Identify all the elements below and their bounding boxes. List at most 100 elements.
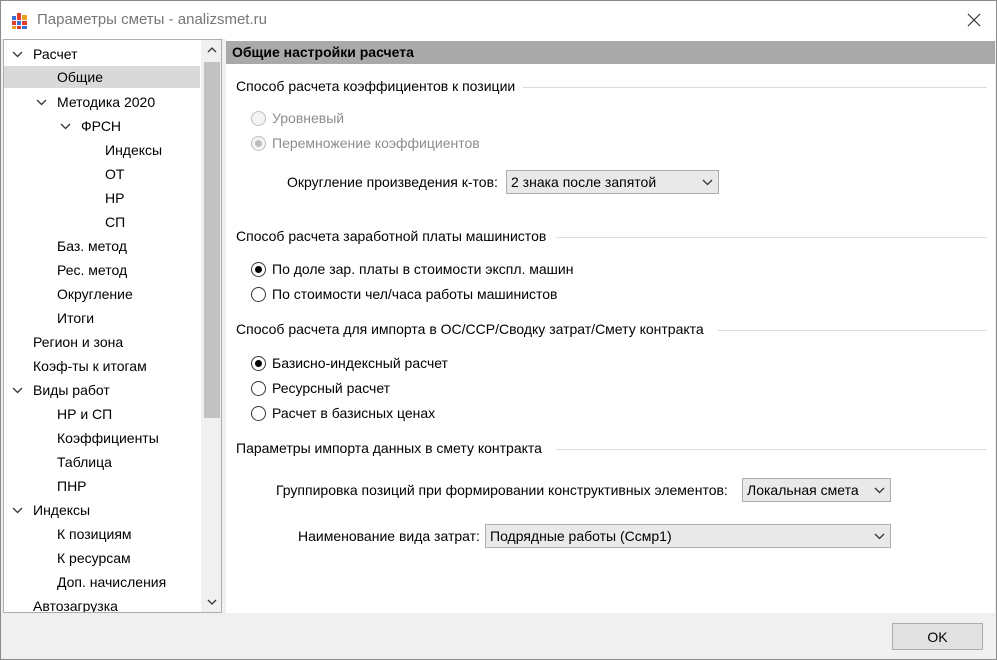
chevron-down-icon[interactable] [10, 499, 24, 521]
tree-item-label: Рес. метод [57, 262, 128, 278]
scroll-up-icon[interactable] [202, 40, 221, 60]
radio-label: По стоимости чел/часа работы машинистов [272, 286, 558, 302]
ok-button[interactable]: OK [892, 623, 983, 650]
chevron-down-icon[interactable] [58, 115, 72, 137]
tree-item-dop-nachisleniya[interactable]: Доп. начисления [4, 571, 200, 593]
rounding-label: Округление произведения к-тов: [287, 174, 498, 190]
cost-type-select[interactable]: Подрядные работы (Ссмр1) [485, 524, 891, 548]
radio-circle [251, 355, 266, 371]
tree-item-vidy-rabot[interactable]: Виды работ [4, 379, 200, 401]
chevron-down-icon[interactable] [10, 379, 24, 401]
chevron-down-icon [700, 171, 714, 193]
chevron-down-icon[interactable] [34, 91, 48, 113]
tree-item-obshchie[interactable]: Общие [4, 66, 200, 88]
tree-item-label: Итоги [57, 310, 95, 326]
radio-circle [251, 380, 266, 396]
tree-item-indeksy-frsn[interactable]: Индексы [4, 139, 200, 161]
tree-item-koef-itogam[interactable]: Коэф-ты к итогам [4, 355, 200, 377]
tree-item-avtozagruzka[interactable]: Автозагрузка [4, 595, 200, 613]
chevron-down-icon [872, 525, 886, 547]
tree-item-metodika[interactable]: Методика 2020 [4, 91, 200, 113]
cost-type-label: Наименование вида затрат: [298, 528, 480, 544]
tree-item-raschet[interactable]: Расчет [4, 43, 200, 65]
radio-label: Уровневый [272, 110, 345, 126]
tree-item-label: Расчет [33, 46, 78, 62]
tree-item-label: Округление [57, 286, 133, 302]
tree-item-k-poziciyam[interactable]: К позициям [4, 523, 200, 545]
group-title-coef: Способ расчета коэффициентов к позиции [236, 78, 516, 94]
close-button[interactable] [958, 5, 990, 35]
radio-peremnozhenie[interactable]: Перемножение коэффициентов [251, 135, 480, 151]
group-divider [523, 87, 987, 88]
tree-item-baz-metod[interactable]: Баз. метод [4, 235, 200, 257]
tree-item-indeksy[interactable]: Индексы [4, 499, 200, 521]
radio-circle [251, 405, 266, 421]
chevron-down-icon [872, 479, 886, 501]
radio-bazisnye-ceny[interactable]: Расчет в базисных ценах [251, 405, 435, 421]
radio-circle [251, 261, 266, 277]
tree-item-label: Виды работ [33, 382, 110, 398]
rounding-select[interactable]: 2 знака после запятой [506, 170, 719, 194]
group-title-zp: Способ расчета заработной платы машинист… [236, 228, 547, 244]
tree-item-tablica[interactable]: Таблица [4, 451, 200, 473]
tree-item-frsn[interactable]: ФРСН [4, 115, 200, 137]
tree-item-k-resursam[interactable]: К ресурсам [4, 547, 200, 569]
group-divider [718, 330, 987, 331]
grouping-value: Локальная смета [747, 482, 859, 498]
tree-item-label: ФРСН [81, 118, 122, 134]
window-title: Параметры сметы - analizsmet.ru [37, 11, 267, 28]
settings-tree: Расчет Общие Методика 2020 ФРСН Индексы … [3, 39, 222, 613]
tree-item-label: К позициям [57, 526, 132, 542]
tree-item-nr-sp[interactable]: НР и СП [4, 403, 200, 425]
tree-item-label: НР и СП [57, 406, 113, 422]
close-icon [967, 13, 981, 27]
radio-label: Базисно-индексный расчет [272, 355, 448, 371]
tree-item-label: К ресурсам [57, 550, 131, 566]
scroll-thumb[interactable] [204, 62, 220, 418]
radio-po-dole[interactable]: По доле зар. платы в стоимости экспл. ма… [251, 261, 573, 277]
radio-circle [251, 135, 266, 151]
tree-item-label: Общие [57, 69, 104, 85]
tree-item-ot[interactable]: ОТ [4, 163, 200, 185]
radio-bazisno-indeksnyi[interactable]: Базисно-индексный расчет [251, 355, 448, 371]
group-divider [556, 237, 987, 238]
tree-item-label: Индексы [33, 502, 91, 518]
tree-item-label: Коэф-ты к итогам [33, 358, 147, 374]
scroll-down-icon[interactable] [202, 592, 221, 612]
tree-item-label: Автозагрузка [33, 598, 118, 613]
tree-item-koefficienty[interactable]: Коэффициенты [4, 427, 200, 449]
rounding-value: 2 знака после запятой [511, 174, 657, 190]
group-title-import: Способ расчета для импорта в ОС/ССР/Свод… [236, 321, 704, 337]
tree-item-label: Баз. метод [57, 238, 127, 254]
tree-item-res-metod[interactable]: Рес. метод [4, 259, 200, 281]
tree-item-region[interactable]: Регион и зона [4, 331, 200, 353]
tree-item-itogi[interactable]: Итоги [4, 307, 200, 329]
tree-item-label: Методика 2020 [57, 94, 156, 110]
radio-urovnevyi[interactable]: Уровневый [251, 110, 344, 126]
radio-circle [251, 110, 266, 126]
settings-content: Общие настройки расчета Способ расчета к… [226, 39, 995, 613]
radio-po-stoimosti[interactable]: По стоимости чел/часа работы машинистов [251, 286, 558, 302]
grouping-label: Группировка позиций при формировании кон… [276, 482, 728, 498]
group-title-kontrakt: Параметры импорта данных в смету контрак… [236, 440, 542, 456]
radio-circle [251, 286, 266, 302]
tree-item-nr[interactable]: НР [4, 187, 200, 209]
tree-item-label: Таблица [57, 454, 112, 470]
radio-label: Расчет в базисных ценах [272, 405, 436, 421]
tree-item-label: Коэффициенты [57, 430, 159, 446]
tree-item-label: НР [105, 190, 125, 206]
radio-resursnyi[interactable]: Ресурсный расчет [251, 380, 390, 396]
chevron-down-icon[interactable] [10, 43, 24, 65]
tree-item-sp[interactable]: СП [4, 211, 200, 233]
tree-scrollbar[interactable] [201, 40, 221, 612]
radio-label: По доле зар. платы в стоимости экспл. ма… [272, 261, 574, 277]
tree-item-label: ПНР [57, 478, 87, 494]
tree-item-label: Доп. начисления [57, 574, 167, 590]
radio-label: Ресурсный расчет [272, 380, 391, 396]
tree-item-okruglenie[interactable]: Округление [4, 283, 200, 305]
group-divider [556, 449, 987, 450]
tree-item-pnr[interactable]: ПНР [4, 475, 200, 497]
section-header: Общие настройки расчета [226, 41, 995, 64]
cost-type-value: Подрядные работы (Ссмр1) [490, 528, 672, 544]
grouping-select[interactable]: Локальная смета [742, 478, 891, 502]
